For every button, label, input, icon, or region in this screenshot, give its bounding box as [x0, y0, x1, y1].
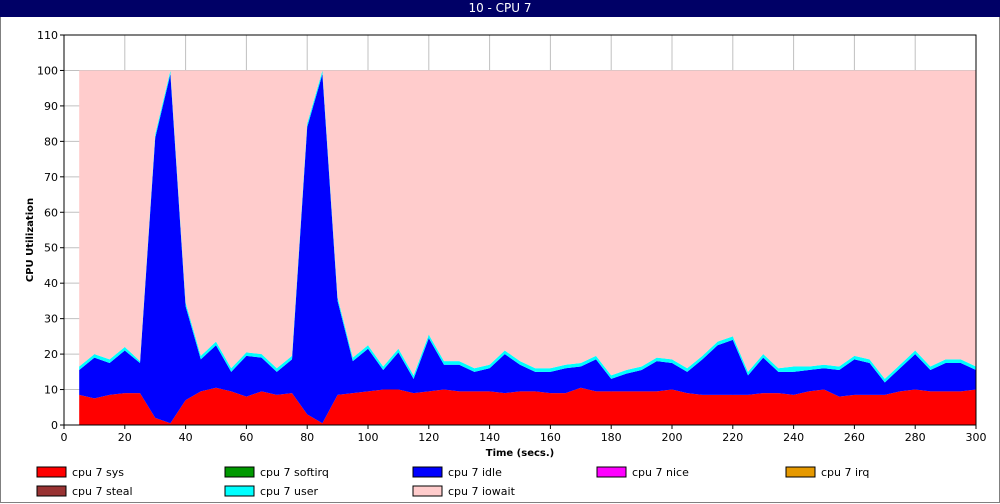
y-tick-label: 30 [44, 313, 58, 326]
y-tick-label: 0 [51, 419, 58, 432]
x-tick-label: 260 [844, 431, 865, 444]
y-tick-label: 50 [44, 242, 58, 255]
y-tick-label: 40 [44, 277, 58, 290]
y-tick-label: 80 [44, 135, 58, 148]
x-tick-label: 280 [905, 431, 926, 444]
x-tick-label: 240 [783, 431, 804, 444]
cpu-utilization-chart: 0 20 40 60 80 100 120 140 160 180 200 220 240 260 280 3… [25, 29, 987, 498]
legend-label-cpu-7-steal: cpu 7 steal [72, 485, 133, 498]
legend-swatch-cpu-7-steal [36, 485, 67, 497]
x-axis-label: Time (secs.) [486, 448, 555, 459]
legend-swatch-cpu-7-sys [36, 466, 67, 478]
x-tick-label: 300 [966, 431, 987, 444]
legend-label-cpu-7-nice: cpu 7 nice [632, 466, 689, 479]
x-tick-label: 160 [540, 431, 561, 444]
y-tick-label: 60 [44, 206, 58, 219]
legend-swatch-cpu-7-irq [785, 466, 816, 478]
area-cpu-7-iowait [79, 70, 976, 379]
series-areas [79, 70, 976, 425]
x-tick-label: 40 [179, 431, 193, 444]
x-tick-label: 220 [722, 431, 743, 444]
y-tick-label: 70 [44, 171, 58, 184]
x-tick-label: 20 [118, 431, 132, 444]
legend-label-cpu-7-softirq: cpu 7 softirq [260, 466, 329, 479]
x-tick-label: 120 [418, 431, 439, 444]
y-tick-label: 20 [44, 348, 58, 361]
legend-label-cpu-7-sys: cpu 7 sys [72, 466, 124, 479]
y-tick-label: 110 [37, 29, 58, 42]
legend-swatch-cpu-7-idle [412, 466, 443, 478]
legend: cpu 7 sys cpu 7 softirq cpu 7 idle cpu 7 ni… [36, 466, 869, 498]
legend-label-cpu-7-idle: cpu 7 idle [448, 466, 502, 479]
x-tick-label: 60 [239, 431, 253, 444]
x-tick-label: 180 [601, 431, 622, 444]
legend-label-cpu-7-user: cpu 7 user [260, 485, 318, 498]
legend-label-cpu-7-irq: cpu 7 irq [821, 466, 869, 479]
y-tick-label: 90 [44, 100, 58, 113]
x-tick-label: 0 [61, 431, 68, 444]
x-tick-label: 100 [358, 431, 379, 444]
legend-label-cpu-7-iowait: cpu 7 iowait [448, 485, 516, 498]
legend-swatch-cpu-7-user [224, 485, 255, 497]
y-axis-label: CPU Utilization [25, 198, 36, 282]
x-tick-label: 200 [662, 431, 683, 444]
x-tick-label: 140 [479, 431, 500, 444]
x-tick-label: 80 [300, 431, 314, 444]
y-tick-label: 100 [37, 64, 58, 77]
legend-swatch-cpu-7-iowait [412, 485, 443, 497]
y-tick-label: 10 [44, 384, 58, 397]
legend-swatch-cpu-7-nice [596, 466, 627, 478]
legend-swatch-cpu-7-softirq [224, 466, 255, 478]
